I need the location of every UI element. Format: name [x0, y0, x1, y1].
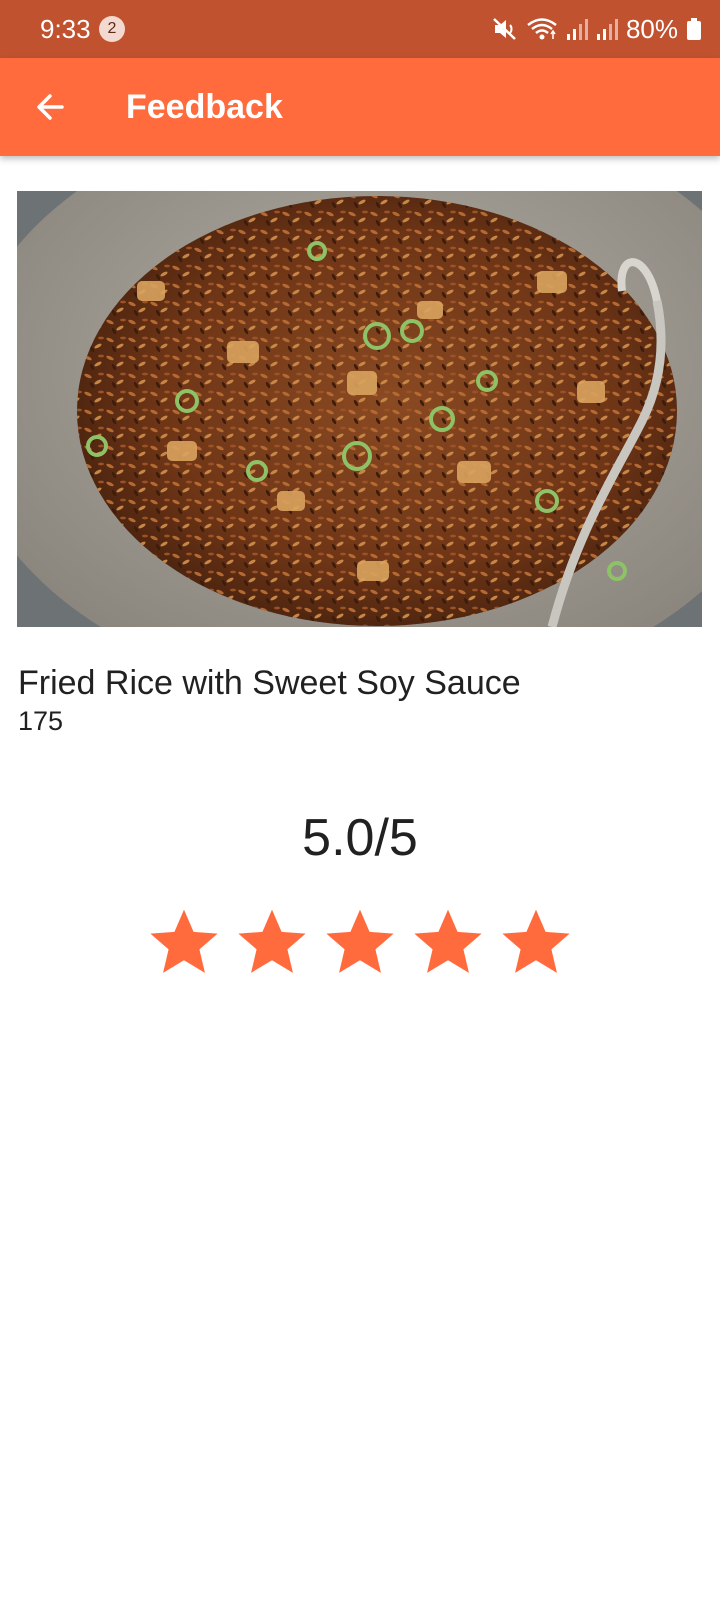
star-icon[interactable] [235, 905, 309, 979]
wifi-icon [527, 18, 557, 40]
rating-stars[interactable] [0, 905, 720, 979]
fried-rice-photo [17, 191, 702, 627]
star-icon[interactable] [411, 905, 485, 979]
status-time: 9:33 [40, 14, 91, 44]
dish-name: Fried Rice with Sweet Soy Sauce [18, 664, 521, 702]
signal-icon [566, 19, 588, 40]
mute-icon [493, 18, 516, 40]
status-icons: 80% [492, 12, 702, 46]
star-icon[interactable] [147, 905, 221, 979]
status-bar: 9:33 2 80% [0, 0, 720, 58]
battery-icon [687, 18, 701, 40]
star-icon[interactable] [323, 905, 397, 979]
rating-score: 5.0/5 [302, 809, 418, 867]
notification-badge: 2 [99, 16, 125, 42]
star-icon[interactable] [499, 905, 573, 979]
battery-percentage: 80% [625, 13, 678, 44]
dish-image [17, 191, 702, 627]
back-button[interactable] [26, 83, 74, 131]
page-title: Feedback [126, 88, 283, 126]
dish-subtitle: 175 [18, 706, 64, 736]
app-bar: Feedback [0, 58, 720, 156]
arrow-left-icon [37, 94, 64, 120]
signal-icon [596, 19, 618, 40]
